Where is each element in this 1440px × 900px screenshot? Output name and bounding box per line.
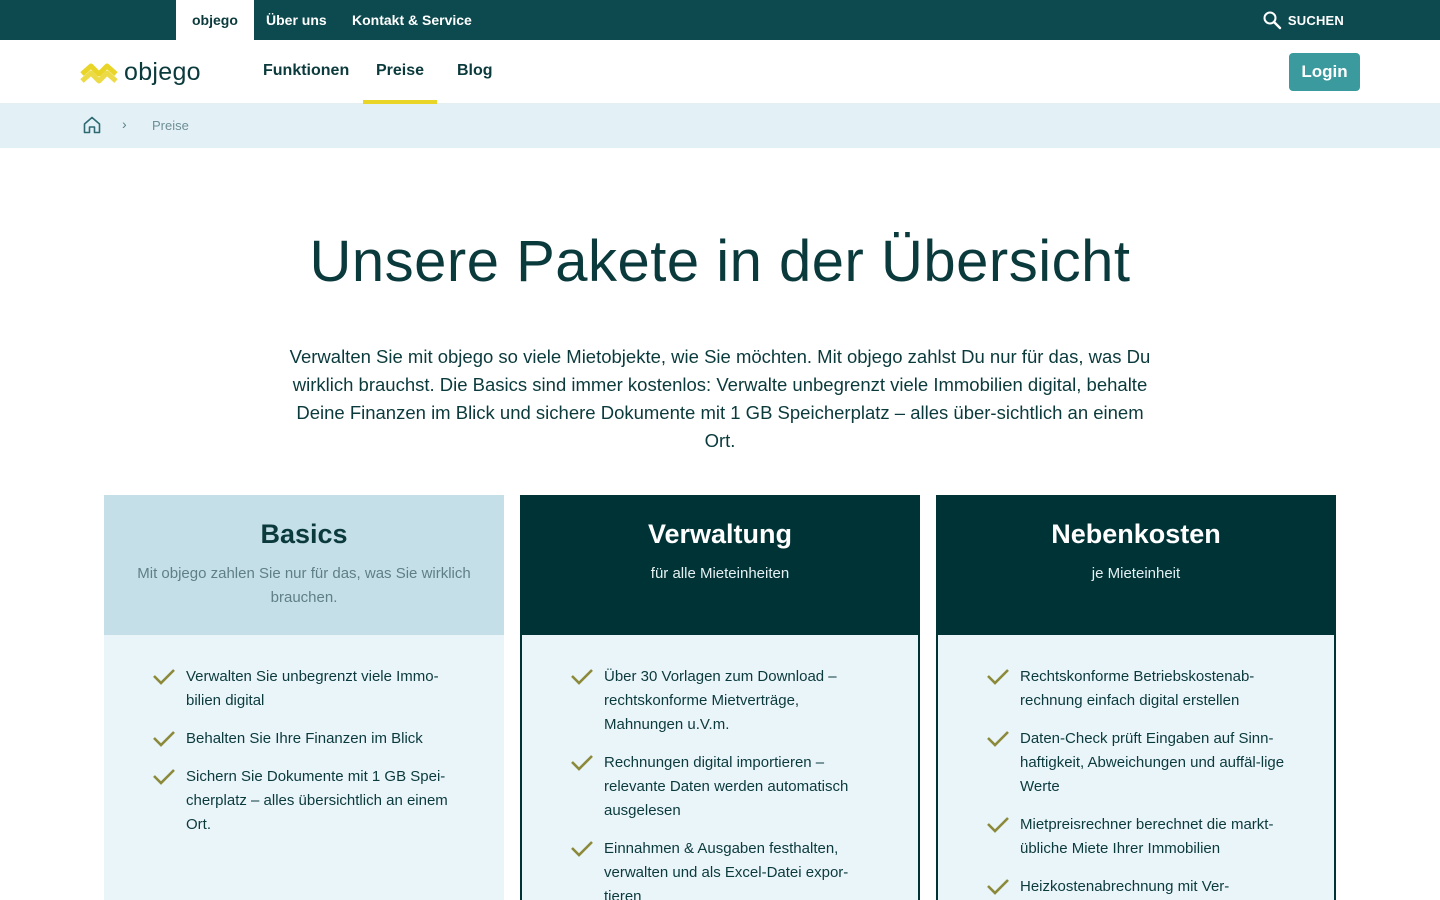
feature-item: Daten-Check prüft Eingaben auf Sinn-haft… <box>986 727 1294 799</box>
package-name: Nebenkosten <box>1051 519 1221 549</box>
check-icon <box>987 731 1009 747</box>
login-button[interactable]: Login <box>1289 53 1360 91</box>
logo[interactable]: objego <box>80 57 201 87</box>
top-tab-ueber-uns[interactable]: Über uns <box>266 0 327 40</box>
search-icon <box>1263 11 1282 30</box>
package-name: Verwaltung <box>647 519 793 549</box>
home-icon[interactable] <box>82 115 102 135</box>
breadcrumb: › Preise <box>0 104 1440 148</box>
package-card-basics: Basics Mit objego zahlen Sie nur für das… <box>104 495 504 900</box>
card-header: Verwaltung für alle Mieteinheiten <box>522 495 918 635</box>
card-body: Rechtskonforme Betriebskostenab-rechnung… <box>938 635 1334 900</box>
package-card-verwaltung: Verwaltung für alle Mieteinheiten Über 3… <box>520 495 920 900</box>
check-icon <box>153 669 175 685</box>
check-icon <box>153 769 175 785</box>
package-subtitle: für alle Mieteinheiten <box>650 565 790 582</box>
feature-item: Rechtskonforme Betriebskostenab-rechnung… <box>986 665 1294 713</box>
card-header: Nebenkosten je Mieteinheit <box>938 495 1334 635</box>
check-icon <box>153 731 175 747</box>
check-icon <box>987 669 1009 685</box>
nav-funktionen[interactable]: Funktionen <box>263 40 349 104</box>
breadcrumb-chevron-icon: › <box>122 116 127 132</box>
logo-text: objego <box>124 57 201 86</box>
feature-item: Verwalten Sie unbegrenzt viele Immo-bili… <box>152 665 464 713</box>
breadcrumb-current: Preise <box>152 118 189 133</box>
package-card-nebenkosten: Nebenkosten je Mieteinheit Rechtskonform… <box>936 495 1336 900</box>
feature-item: Mietpreisrechner berechnet die markt-übl… <box>986 813 1294 861</box>
feature-list: Über 30 Vorlagen zum Download – rechtsko… <box>570 665 878 900</box>
top-bar: objego Über uns Kontakt & Service SUCHEN <box>0 0 1440 40</box>
intro-text: Verwalten Sie mit objego so viele Mietob… <box>289 346 1151 451</box>
check-icon <box>571 841 593 857</box>
feature-item: Rechnungen digital importieren – relevan… <box>570 751 878 823</box>
package-subtitle: Mit objego zahlen Sie nur für das, was S… <box>137 565 471 606</box>
check-icon <box>571 669 593 685</box>
nav-blog[interactable]: Blog <box>457 40 493 104</box>
feature-item: Über 30 Vorlagen zum Download – rechtsko… <box>570 665 878 737</box>
search-label: SUCHEN <box>1287 12 1344 28</box>
feature-list: Verwalten Sie unbegrenzt viele Immo-bili… <box>152 665 464 837</box>
page-title: Unsere Pakete in der Übersicht <box>309 229 1131 294</box>
card-body: Verwalten Sie unbegrenzt viele Immo-bili… <box>104 635 504 900</box>
feature-item: Behalten Sie Ihre Finanzen im Blick <box>152 727 464 751</box>
check-icon <box>571 755 593 771</box>
top-tab-kontakt-service[interactable]: Kontakt & Service <box>352 0 472 40</box>
check-icon <box>987 879 1009 895</box>
search-button[interactable]: SUCHEN <box>1262 0 1344 40</box>
feature-list: Rechtskonforme Betriebskostenab-rechnung… <box>986 665 1294 899</box>
objego-logo-icon <box>80 63 118 84</box>
nav-preise[interactable]: Preise <box>363 40 437 104</box>
check-icon <box>987 817 1009 833</box>
card-header: Basics Mit objego zahlen Sie nur für das… <box>104 495 504 635</box>
package-name: Basics <box>260 519 348 549</box>
main-header: objego Funktionen Preise Blog Login <box>0 40 1440 104</box>
feature-item: Heizkostenabrechnung mit Ver- <box>986 875 1294 899</box>
package-subtitle: je Mieteinheit <box>1091 565 1181 582</box>
feature-item: Sichern Sie Dokumente mit 1 GB Spei-cher… <box>152 765 464 837</box>
top-tab-objego[interactable]: objego <box>176 0 254 40</box>
feature-item: Einnahmen & Ausgaben festhalten, verwalt… <box>570 837 878 900</box>
card-body: Über 30 Vorlagen zum Download – rechtsko… <box>522 635 918 900</box>
